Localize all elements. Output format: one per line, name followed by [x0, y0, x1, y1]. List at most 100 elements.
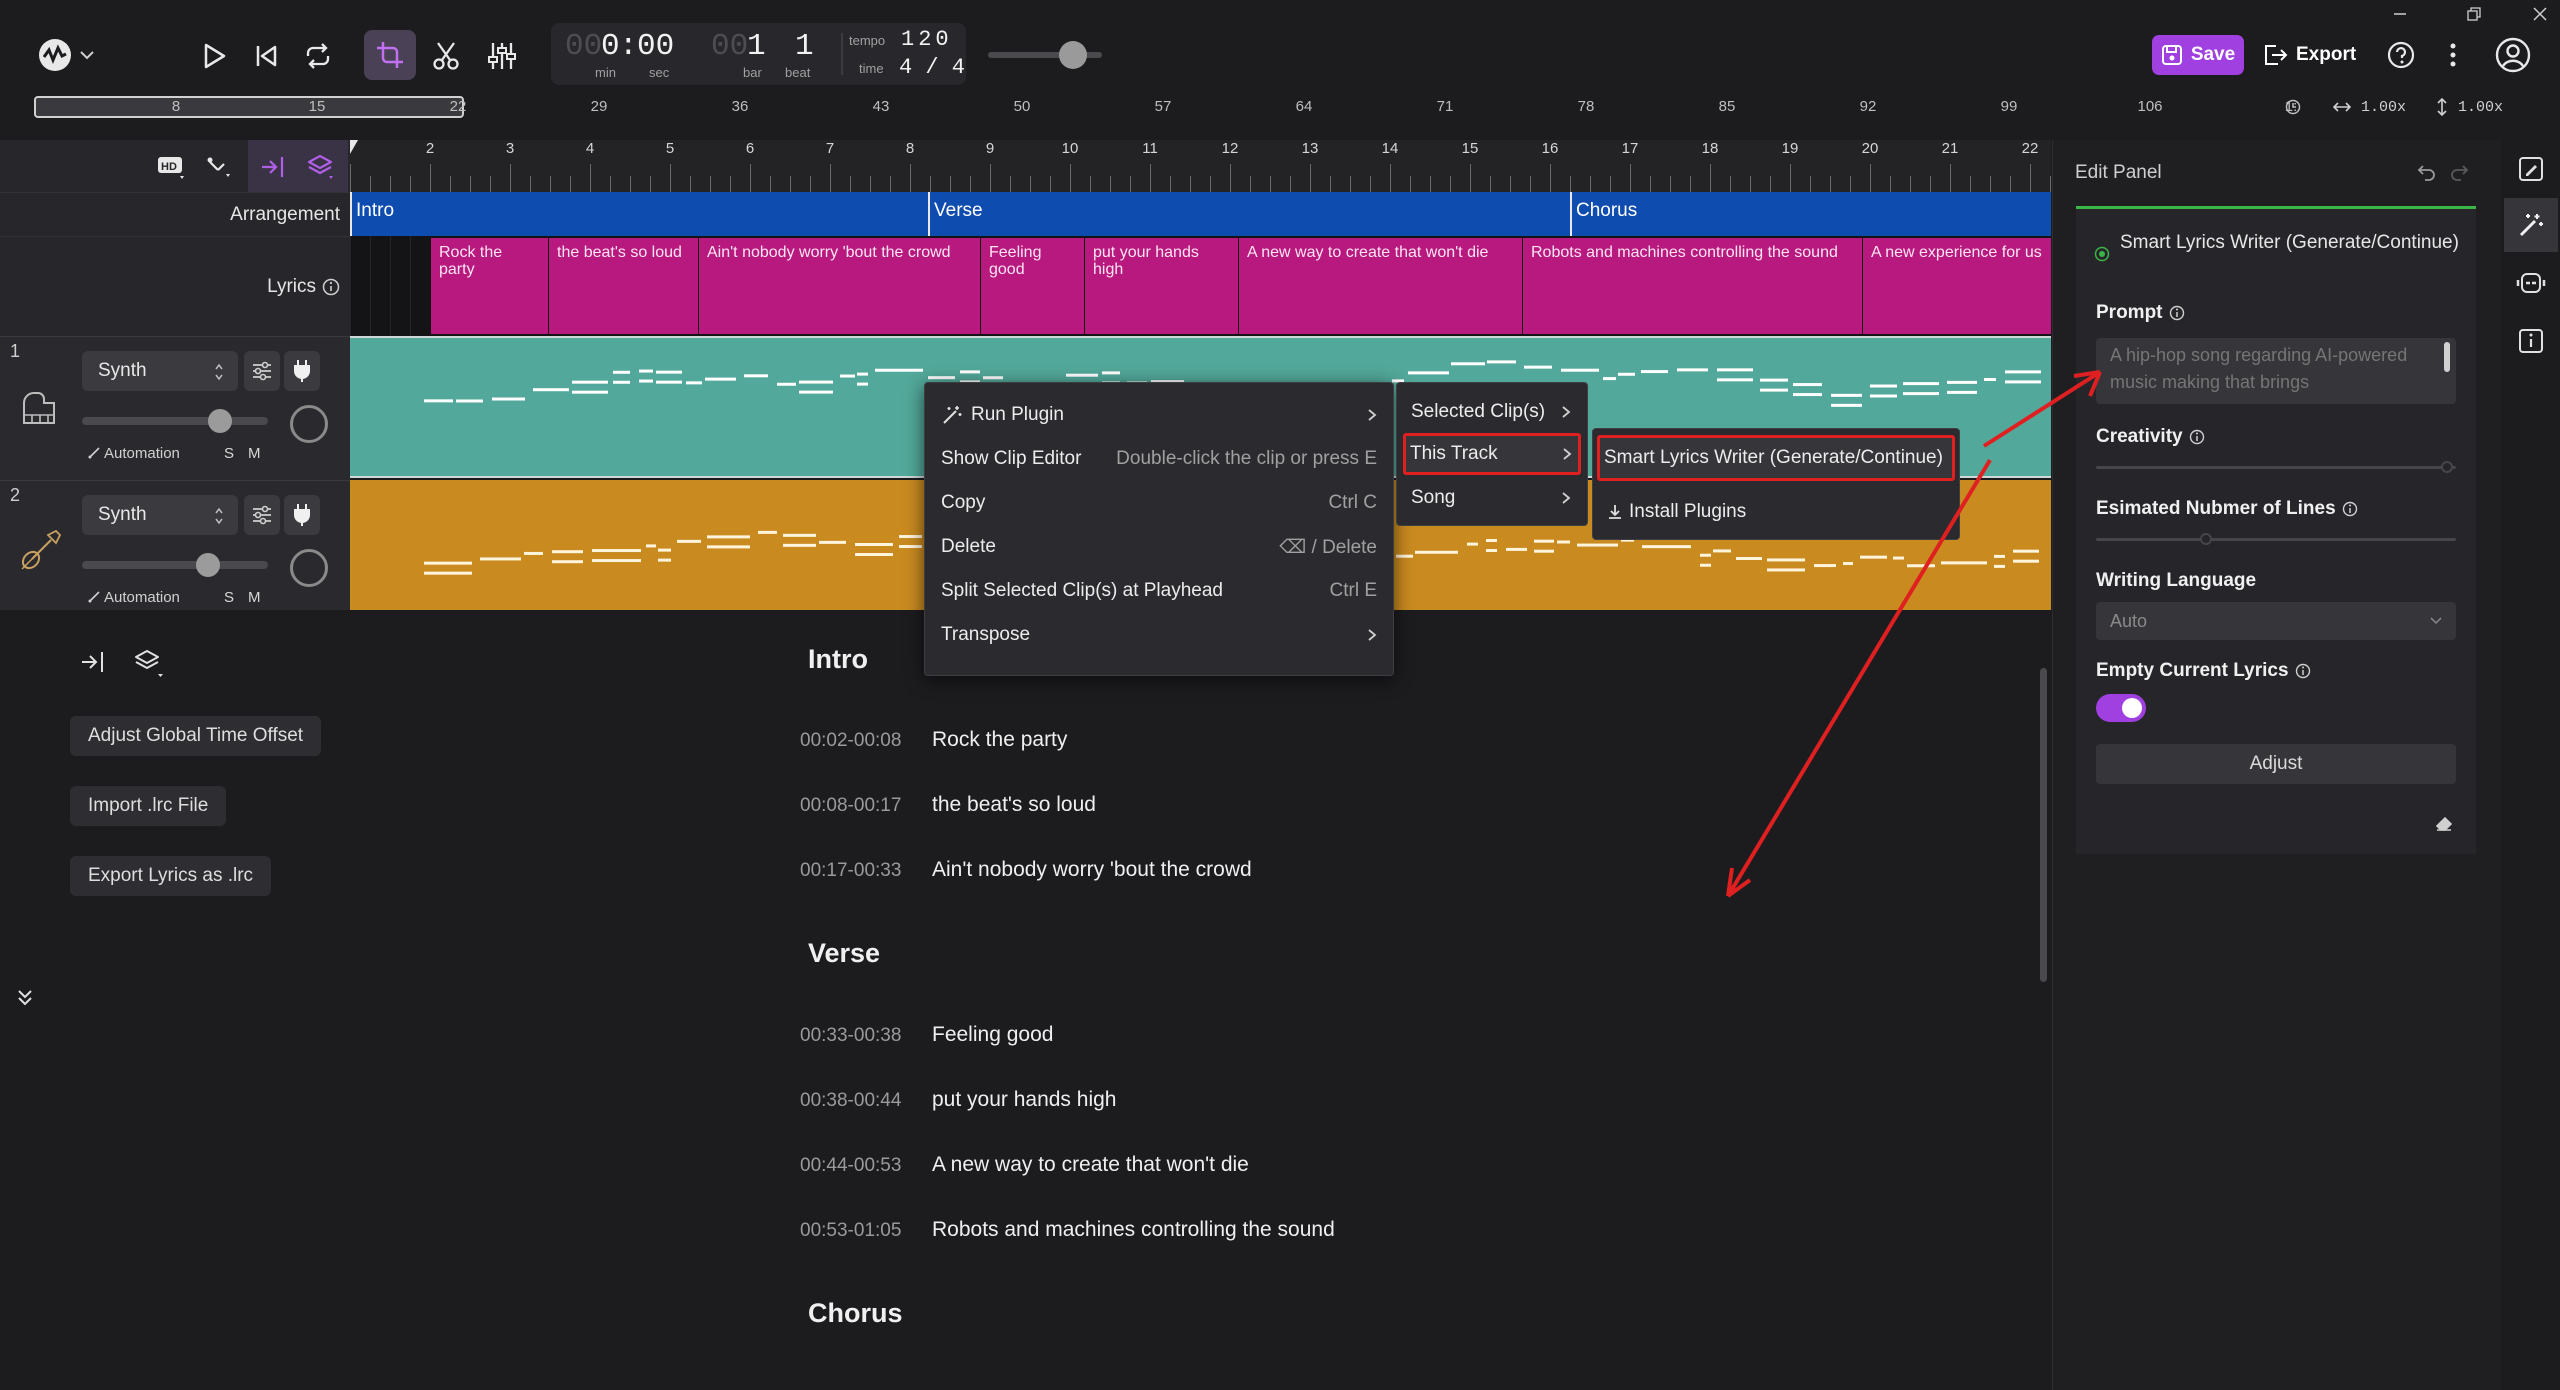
pan-knob[interactable]	[290, 405, 328, 443]
plugin-button[interactable]	[284, 351, 320, 391]
time-signature-value[interactable]: 4 / 4	[899, 55, 965, 80]
lyric-clip[interactable]: Rock the party	[430, 238, 548, 334]
plugins-tab[interactable]	[2504, 198, 2558, 252]
lyric-clip[interactable]: the beat's so loud	[548, 238, 698, 334]
adjust-button[interactable]: Adjust	[2096, 744, 2456, 784]
automation-label[interactable]: Automation	[104, 589, 180, 606]
info-tab[interactable]	[2504, 314, 2558, 368]
horizontal-zoom-value[interactable]: 1.00x	[2361, 99, 2406, 116]
import-lrc-button[interactable]: Import .lrc File	[70, 786, 227, 826]
more-options-button[interactable]	[2436, 36, 2470, 74]
track-volume-slider[interactable]	[82, 417, 268, 425]
layers-icon[interactable]	[134, 648, 166, 680]
follow-playhead-button[interactable]	[256, 152, 290, 182]
arrangement-section[interactable]: Chorus	[1570, 192, 2051, 236]
lyric-clip[interactable]: A new way to create that won't die	[1238, 238, 1522, 334]
menu-item-split[interactable]: Split Selected Clip(s) at Playhead Ctrl …	[941, 569, 1377, 613]
ai-assistant-tab[interactable]	[2504, 256, 2558, 310]
prompt-textarea[interactable]	[2096, 338, 2456, 404]
lyric-clip[interactable]: A new experience for us	[1862, 238, 2051, 334]
track-volume-handle[interactable]	[196, 553, 220, 577]
instrument-select[interactable]: Synth	[82, 495, 238, 535]
app-menu-button[interactable]	[30, 36, 100, 74]
account-button[interactable]	[2492, 34, 2534, 76]
plugin-button[interactable]	[284, 495, 320, 535]
redo-icon[interactable]	[2449, 162, 2469, 182]
info-icon[interactable]	[2169, 305, 2185, 321]
info-icon[interactable]	[2342, 501, 2358, 517]
minimize-window-button[interactable]	[2380, 0, 2420, 28]
skip-to-start-button[interactable]	[248, 38, 284, 74]
lyric-clip[interactable]: Feeling good	[980, 238, 1084, 334]
arrangement-section[interactable]: Verse	[928, 192, 1570, 236]
timeline-ruler[interactable]: 2 3 4 5 6 7 8 9 10 11 12 13 14 15 16 17 18 19 20 21 22	[350, 140, 2051, 192]
clip-select-tool-button[interactable]	[364, 30, 416, 80]
menu-item-show-clip-editor[interactable]: Show Clip Editor Double-click the clip o…	[941, 437, 1377, 481]
overview-ruler[interactable]: 8 15 22 29 36 43 50 57 64 71 78 85 92 99 106 1:	[34, 96, 2297, 118]
layers-button[interactable]	[304, 152, 338, 182]
menu-item-transpose[interactable]: Transpose	[941, 613, 1377, 657]
play-button[interactable]	[196, 38, 232, 74]
tempo-value[interactable]: 120	[901, 27, 953, 52]
export-button[interactable]: Export	[2262, 35, 2366, 75]
mixer-button[interactable]	[482, 36, 522, 76]
lyrics-lane[interactable]: Rock the party the beat's so loud Ain't no…	[350, 236, 2051, 336]
edit-panel-tab[interactable]	[2504, 142, 2558, 196]
close-window-button[interactable]	[2520, 0, 2560, 28]
solo-button[interactable]: S	[224, 445, 234, 462]
lyric-line-text[interactable]: the beat's so loud	[932, 793, 1096, 817]
arrangement-section[interactable]: Intro	[350, 192, 928, 236]
midi-note	[572, 380, 608, 384]
info-icon[interactable]	[2189, 429, 2205, 445]
playhead-marker[interactable]	[350, 140, 358, 154]
eraser-icon[interactable]	[2434, 812, 2454, 832]
info-icon[interactable]	[2295, 663, 2311, 679]
arrangement-lane[interactable]: Intro Verse Chorus	[350, 192, 2051, 236]
adjust-time-offset-button[interactable]: Adjust Global Time Offset	[70, 716, 322, 756]
language-select[interactable]: Auto	[2096, 602, 2456, 640]
save-button[interactable]: Save	[2152, 35, 2244, 75]
mute-button[interactable]: M	[248, 445, 261, 462]
automation-label[interactable]: Automation	[104, 445, 180, 462]
lyric-line-text[interactable]: Ain't nobody worry 'bout the crowd	[932, 858, 1252, 882]
snap-button[interactable]	[204, 152, 234, 182]
collapse-down-icon[interactable]	[16, 988, 34, 1008]
hd-toggle-button[interactable]: HD	[154, 152, 188, 182]
export-lrc-button[interactable]: Export Lyrics as .lrc	[70, 856, 272, 896]
lines-slider[interactable]	[2096, 538, 2456, 541]
lyric-line-text[interactable]: A new way to create that won't die	[932, 1153, 1249, 1177]
info-icon[interactable]	[322, 278, 340, 296]
submenu-item-selected-clips[interactable]: Selected Clip(s)	[1407, 391, 1577, 433]
submenu-item-this-track[interactable]: This Track	[1403, 433, 1581, 475]
creativity-slider-handle[interactable]	[2440, 461, 2453, 473]
lyric-clip[interactable]: Robots and machines controlling the soun…	[1522, 238, 1862, 334]
submenu-item-song[interactable]: Song	[1407, 477, 1577, 519]
follow-playhead-icon[interactable]	[80, 650, 106, 674]
menu-item-delete[interactable]: Delete ⌫ / Delete	[941, 525, 1377, 569]
master-volume-knob[interactable]	[1059, 41, 1087, 69]
track-settings-button[interactable]	[244, 351, 280, 391]
lyric-line-text[interactable]: Feeling good	[932, 1023, 1053, 1047]
help-button[interactable]	[2384, 36, 2418, 74]
prompt-scrollbar[interactable]	[2444, 342, 2450, 372]
lyric-clip[interactable]: put your hands high	[1084, 238, 1238, 334]
instrument-select[interactable]: Synth	[82, 351, 238, 391]
lyric-line-text[interactable]: Robots and machines controlling the soun…	[932, 1218, 1335, 1242]
lyric-clip[interactable]: Ain't nobody worry 'bout the crowd	[698, 238, 980, 334]
track-volume-handle[interactable]	[208, 409, 232, 433]
lyric-line-text[interactable]: Rock the party	[932, 728, 1067, 752]
mute-button[interactable]: M	[248, 589, 261, 606]
vertical-zoom-value[interactable]: 1.00x	[2458, 99, 2503, 116]
track-settings-button[interactable]	[244, 495, 280, 535]
restore-window-button[interactable]	[2454, 0, 2494, 28]
loop-button[interactable]	[300, 38, 336, 74]
pan-knob[interactable]	[290, 549, 328, 587]
solo-button[interactable]: S	[224, 589, 234, 606]
cut-tool-button[interactable]	[426, 36, 466, 76]
track-volume-slider[interactable]	[82, 561, 268, 569]
lyric-line-text[interactable]: put your hands high	[932, 1088, 1116, 1112]
undo-icon[interactable]	[2417, 162, 2437, 182]
creativity-slider[interactable]	[2096, 466, 2456, 469]
menu-item-run-plugin[interactable]: Run Plugin	[941, 393, 1377, 437]
menu-item-copy[interactable]: Copy Ctrl C	[941, 481, 1377, 525]
